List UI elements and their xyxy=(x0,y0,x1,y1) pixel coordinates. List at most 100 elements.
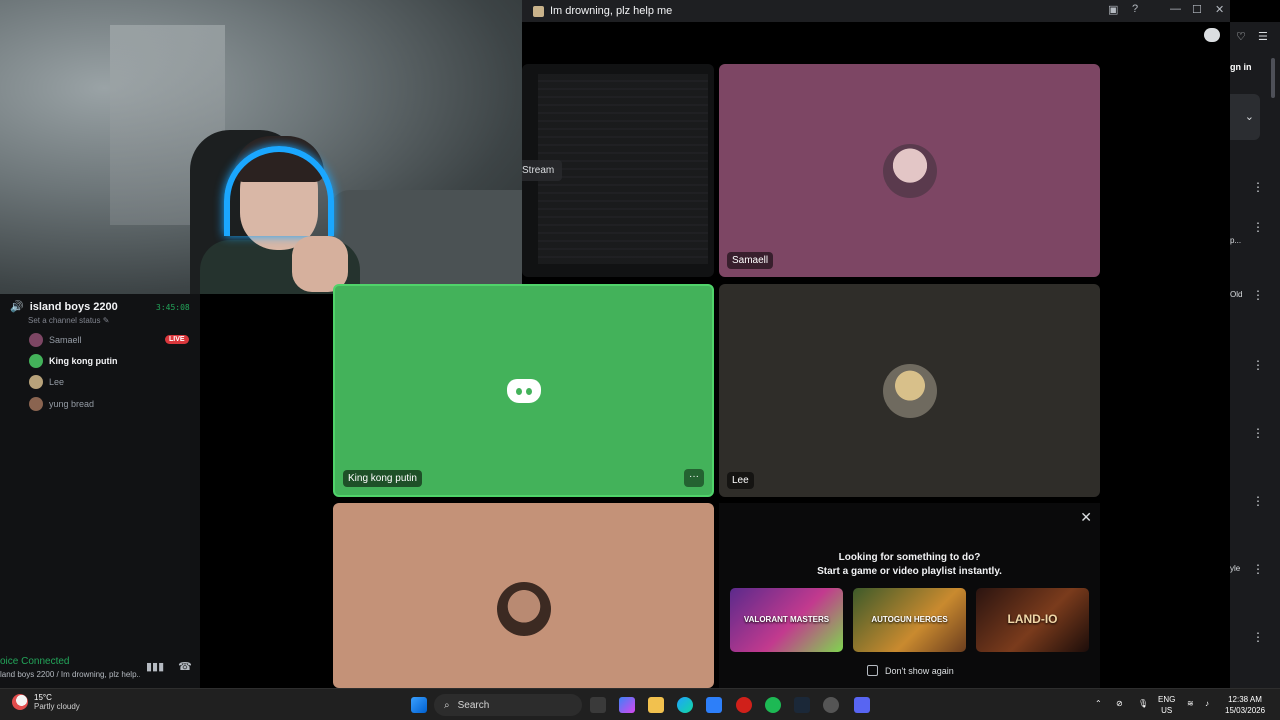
close-icon[interactable]: ✕ xyxy=(1215,3,1224,16)
avatar xyxy=(882,143,937,198)
panel-text: p... xyxy=(1230,236,1242,245)
minimize-icon[interactable]: — xyxy=(1170,3,1181,15)
menu-icon[interactable]: ☰ xyxy=(1258,30,1268,43)
heart-icon[interactable]: ♡ xyxy=(1236,30,1246,43)
weather-condition: Partly cloudy xyxy=(34,702,80,711)
steam-icon[interactable] xyxy=(794,697,810,713)
file-explorer-icon[interactable] xyxy=(648,697,664,713)
channel-sidebar: 🔊 island boys 2200 3:45:08 Set a channel… xyxy=(0,294,200,688)
activity-card-land-io[interactable]: LAND-IO xyxy=(976,588,1089,652)
participant-name: Lee xyxy=(727,472,754,489)
windows-taskbar: 15°C Partly cloudy ⌕ Search ⌃ ⊘ 🎙 ENG US … xyxy=(0,688,1280,720)
search-label: Search xyxy=(457,699,490,711)
clock[interactable]: 12:38 AM 15/03/2026 xyxy=(1225,694,1265,716)
kebab-icon[interactable]: ⋮ xyxy=(1252,562,1264,576)
member-name: King kong putin xyxy=(49,356,118,366)
task-view-icon[interactable] xyxy=(590,697,606,713)
webcam-overlay xyxy=(0,0,522,294)
panel-text: yle xyxy=(1230,564,1241,573)
kebab-icon[interactable]: ⋮ xyxy=(1252,288,1264,302)
wifi-icon[interactable]: ≋ xyxy=(1187,698,1194,709)
weather-widget[interactable]: 15°C Partly cloudy xyxy=(12,693,80,711)
activity-title: Looking for something to do? xyxy=(838,552,981,563)
dont-show-again-label: Don't show again xyxy=(885,665,954,676)
scrollbar-thumb[interactable] xyxy=(1271,58,1275,98)
language-indicator[interactable]: ENG US xyxy=(1158,694,1175,716)
voice-channel-path[interactable]: land boys 2200 / Im drowning, plz help..… xyxy=(0,670,140,679)
avatar xyxy=(29,354,43,368)
noise-suppression-icon[interactable]: ▮▮▮ xyxy=(146,660,164,673)
start-icon[interactable] xyxy=(411,697,427,713)
live-badge: LIVE xyxy=(165,335,189,344)
stream-tile[interactable]: Stream xyxy=(522,64,714,277)
window-title: Im drowning, plz help me xyxy=(550,5,673,17)
checkbox[interactable] xyxy=(867,665,878,676)
volume-icon[interactable]: ♪ xyxy=(1205,698,1209,709)
panel-text: Old xyxy=(1230,290,1243,299)
participant-tile-yung-bread[interactable] xyxy=(333,503,714,688)
kebab-icon[interactable]: ⋮ xyxy=(1252,180,1264,194)
member-samaell[interactable]: Samaell xyxy=(29,332,82,348)
network-icon[interactable]: ⊘ xyxy=(1116,698,1123,709)
member-yung-bread[interactable]: yung bread xyxy=(29,396,94,412)
kebab-icon[interactable]: ⋮ xyxy=(1252,358,1264,372)
microphone-icon[interactable]: 🎙 xyxy=(1138,698,1148,709)
channel-status[interactable]: Set a channel status ✎ xyxy=(28,316,109,325)
kebab-icon[interactable]: ⋮ xyxy=(1252,494,1264,508)
avatar xyxy=(29,375,43,389)
stream-preview xyxy=(538,74,708,264)
member-name: Lee xyxy=(49,377,65,387)
participant-name: King kong putin xyxy=(343,470,422,487)
avatar xyxy=(29,333,43,347)
activity-prompt: ✕ Looking for something to do? Start a g… xyxy=(719,503,1100,688)
maximize-icon[interactable]: ☐ xyxy=(1192,3,1202,16)
activity-card-autogun[interactable]: AUTOGUN HEROES xyxy=(853,588,966,652)
call-timer: 3:45:08 xyxy=(156,303,190,312)
close-icon[interactable]: ✕ xyxy=(1080,509,1092,526)
kebab-icon[interactable]: ⋮ xyxy=(1252,630,1264,644)
help-icon[interactable]: ? xyxy=(1132,3,1138,15)
activity-subtitle: Start a game or video playlist instantly… xyxy=(817,566,1002,577)
tray-chevron-icon[interactable]: ⌃ xyxy=(1095,698,1102,709)
discord-icon[interactable] xyxy=(854,697,870,713)
kebab-icon[interactable]: ⋮ xyxy=(1252,220,1264,234)
search-box[interactable]: ⌕ Search xyxy=(434,694,582,716)
member-name: yung bread xyxy=(49,399,95,409)
participant-tile-samaell[interactable]: Samaell xyxy=(719,64,1100,277)
avatar xyxy=(29,397,43,411)
spotify-icon[interactable] xyxy=(765,697,781,713)
more-options-button[interactable]: ··· xyxy=(684,469,704,487)
scrollbar[interactable] xyxy=(1271,58,1275,688)
store-icon[interactable] xyxy=(706,697,722,713)
opera-icon[interactable] xyxy=(736,697,752,713)
dont-show-again-checkbox[interactable]: Don't show again xyxy=(867,665,954,676)
member-king-kong-putin[interactable]: King kong putin xyxy=(29,353,117,369)
disconnect-icon[interactable]: ☎ xyxy=(178,660,192,673)
activity-card-valorant[interactable]: VALORANT MASTERS xyxy=(730,588,843,652)
speaker-icon: 🔊 xyxy=(10,301,24,313)
voice-channel-name: island boys 2200 xyxy=(29,300,118,313)
stream-label[interactable]: Stream xyxy=(522,160,563,181)
chat-icon[interactable] xyxy=(1204,28,1220,42)
search-icon: ⌕ xyxy=(444,699,450,711)
sign-in-button[interactable]: gn in xyxy=(1230,62,1252,72)
copilot-icon[interactable] xyxy=(619,697,635,713)
kebab-icon[interactable]: ⋮ xyxy=(1252,426,1264,440)
chevron-down-icon[interactable]: ⌄ xyxy=(1230,94,1260,140)
server-icon xyxy=(533,5,544,17)
voice-channel-header[interactable]: 🔊 island boys 2200 xyxy=(10,300,118,314)
window-titlebar: Im drowning, plz help me ▣ ? — ☐ ✕ xyxy=(522,0,1230,22)
inbox-icon[interactable]: ▣ xyxy=(1108,3,1118,16)
voice-connected-label: oice Connected xyxy=(0,656,70,667)
participant-name: Samaell xyxy=(727,252,774,269)
weather-icon xyxy=(12,694,28,710)
temperature: 15°C xyxy=(34,693,52,702)
member-lee[interactable]: Lee xyxy=(29,374,64,390)
edge-icon[interactable] xyxy=(677,697,693,713)
avatar xyxy=(496,582,551,636)
app-icon[interactable] xyxy=(823,697,839,713)
member-name: Samaell xyxy=(49,335,82,345)
participant-tile-king-kong-putin[interactable]: King kong putin ··· xyxy=(333,284,714,497)
participant-tile-lee[interactable]: Lee xyxy=(719,284,1100,497)
discord-logo-icon xyxy=(506,378,541,403)
